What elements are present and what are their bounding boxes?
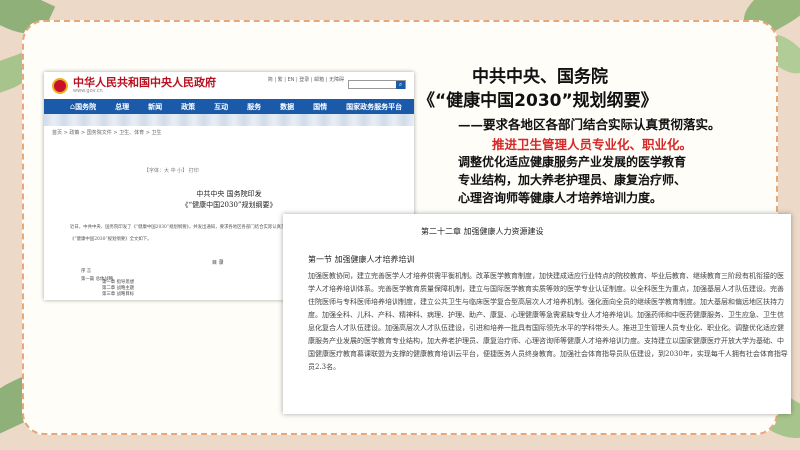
banner-strip (44, 114, 414, 126)
body-line: 专业结构，加大养老护理员、康复治疗师、 (458, 173, 687, 187)
chapter-title: 第二十二章 加强健康人力资源建设 (421, 227, 544, 236)
document-excerpt: 第二十二章 加强健康人力资源建设 第一节 加强健康人才培养培训 加强医教协同，建… (283, 214, 791, 414)
main-nav: ⌂ 国务院 总理 新闻 政策 互动 服务 数据 国情 国家政务服务平台 (44, 99, 414, 114)
toc-item[interactable]: 序 言 (81, 268, 113, 276)
breadcrumb[interactable]: 首页 > 政策 > 国务院文件 > 卫生、体育 > 卫生 (44, 126, 414, 139)
toc-chapters: 第一章 指导思想 第二章 战略主题 第三章 战略目标 (102, 280, 134, 298)
nav-item[interactable]: 国情 (313, 102, 327, 112)
nav-item[interactable]: 互动 (214, 102, 228, 112)
heading-plan: 《“健康中国2030”规划纲要》 (418, 91, 658, 111)
nav-item[interactable]: 服务 (247, 102, 261, 112)
nav-item[interactable]: 数据 (280, 102, 294, 112)
nav-item[interactable]: 总理 (115, 102, 129, 112)
nav-item[interactable]: 政策 (181, 102, 195, 112)
site-name: 中华人民共和国中央人民政府 (73, 76, 216, 89)
nav-item[interactable]: 国家政务服务平台 (346, 102, 402, 112)
excerpt-paragraph: 加强医教协同，建立完善医学人才培养供需平衡机制。改革医学教育制度，加快建成适应行… (308, 272, 788, 371)
section-title: 第一节 加强健康人才培养培训 (308, 255, 415, 264)
national-emblem-icon (52, 77, 68, 94)
toc-item[interactable]: 第三章 战略目标 (102, 292, 134, 298)
doc-subtitle: 《“健康中国2030”规划纲要》 (181, 201, 277, 209)
highlight-text: 推进卫生管理人员专业化、职业化。 (492, 137, 693, 152)
search-input[interactable]: ⌕ (348, 80, 406, 89)
toc-heading: 目 录 (212, 260, 224, 266)
font-size-toolbar[interactable]: 【字体：大 中 小】 打印 (144, 167, 199, 174)
heading-org: 中共中央、国务院 (472, 67, 608, 87)
top-links[interactable]: 简 | 繁 | EN | 登录 | 邮箱 | 无障碍 (268, 76, 344, 83)
body-line: 调整优化适应健康服务产业发展的医学教育 (458, 155, 687, 169)
body-line: 心理咨询师等健康人才培养培训力度。 (458, 191, 663, 205)
nav-item[interactable]: 新闻 (148, 102, 162, 112)
site-header: 中华人民共和国中央人民政府 www.gov.cn 简 | 繁 | EN | 登录… (44, 72, 414, 99)
search-icon[interactable]: ⌕ (396, 81, 405, 89)
nav-item[interactable]: 国务院 (75, 102, 96, 112)
doc-title: 中共中央 国务院印发 (196, 190, 262, 198)
heading-requirement: ——要求各地区各部门结合实际认真贯彻落实。 (458, 117, 721, 132)
